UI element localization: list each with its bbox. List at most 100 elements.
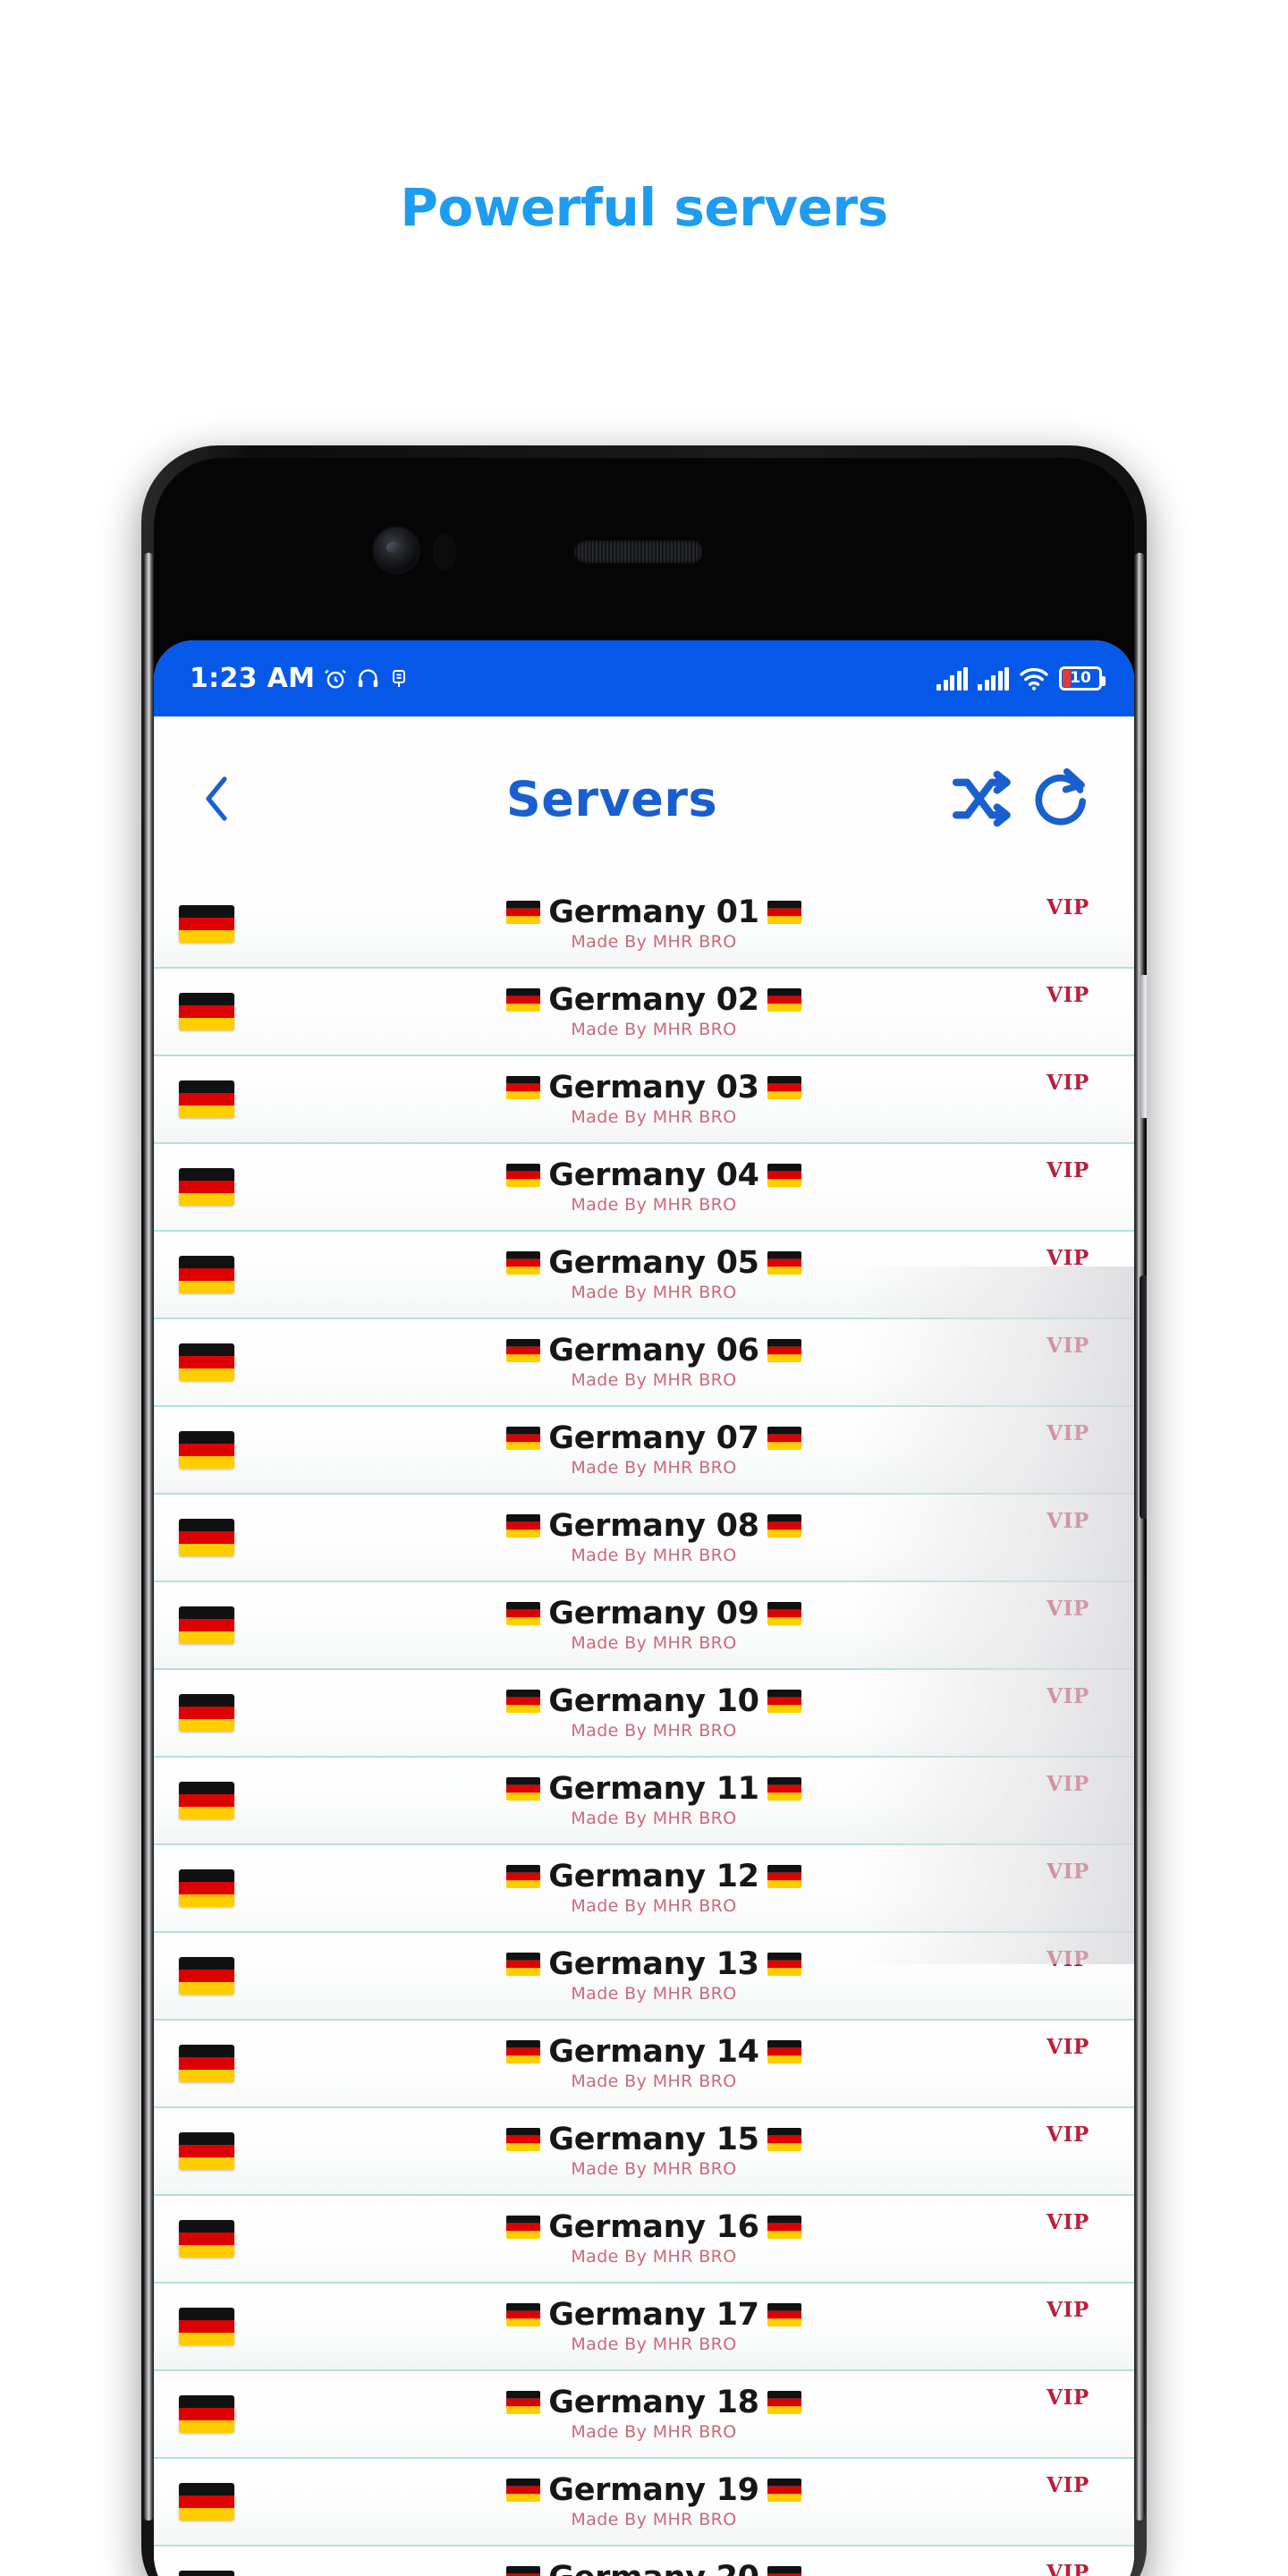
server-name-label: Germany 15	[548, 2121, 759, 2157]
server-name-label: Germany 16	[548, 2208, 759, 2245]
vip-badge: VIP	[1046, 2473, 1089, 2497]
vip-badge: VIP	[1046, 2035, 1089, 2059]
germany-flag-icon	[767, 1865, 801, 1888]
status-bar-left: 1:23 AM	[190, 665, 410, 692]
server-subtitle: Made By MHR BRO	[571, 2159, 737, 2180]
server-row[interactable]: Germany 07 Made By MHR BRO VIP	[154, 1407, 1134, 1495]
server-row[interactable]: Germany 01 Made By MHR BRO VIP	[154, 881, 1134, 969]
server-row[interactable]: Germany 08 Made By MHR BRO VIP	[154, 1495, 1134, 1582]
page-headline: Powerful servers	[400, 177, 888, 238]
phone-left-rail	[143, 553, 154, 2521]
vip-badge: VIP	[1046, 1509, 1089, 1533]
server-row[interactable]: Germany 17 Made By MHR BRO VIP	[154, 2284, 1134, 2371]
germany-flag-icon	[767, 901, 801, 924]
server-row[interactable]: Germany 02 Made By MHR BRO VIP	[154, 969, 1134, 1056]
server-row[interactable]: Germany 10 Made By MHR BRO VIP	[154, 1670, 1134, 1758]
germany-flag-icon	[767, 2216, 801, 2239]
server-list[interactable]: Germany 01 Made By MHR BRO VIP Germany 02 Ma…	[154, 881, 1134, 2576]
server-name-label: Germany 08	[548, 1507, 759, 1544]
vip-badge: VIP	[1046, 1597, 1089, 1621]
server-row[interactable]: Germany 13 Made By MHR BRO VIP	[154, 1933, 1134, 2021]
server-subtitle: Made By MHR BRO	[571, 2510, 737, 2530]
server-row[interactable]: Germany 06 Made By MHR BRO VIP	[154, 1319, 1134, 1407]
status-bar-right: 10	[936, 666, 1106, 691]
server-name-label: Germany 04	[548, 1157, 759, 1193]
refresh-button[interactable]	[1021, 759, 1100, 838]
server-row[interactable]: Germany 14 Made By MHR BRO VIP	[154, 2021, 1134, 2108]
power-button[interactable]	[1140, 1275, 1147, 1519]
germany-flag-icon	[179, 993, 234, 1030]
server-row-text: Germany 19 Made By MHR BRO	[234, 2473, 1027, 2530]
server-row[interactable]: Germany 15 Made By MHR BRO VIP	[154, 2108, 1134, 2196]
vip-badge: VIP	[1046, 983, 1089, 1007]
shuffle-button[interactable]	[943, 759, 1021, 838]
germany-flag-icon	[506, 1953, 540, 1976]
server-row[interactable]: Germany 16 Made By MHR BRO VIP	[154, 2196, 1134, 2284]
phone-screen: 1:23 AM 10 Servers Germany 01 Made By MH…	[154, 458, 1134, 2576]
server-row[interactable]: Germany 04 Made By MHR BRO VIP	[154, 1144, 1134, 1232]
server-name-label: Germany 12	[548, 1858, 759, 1894]
germany-flag-icon	[506, 1777, 540, 1801]
volume-button[interactable]	[1140, 975, 1147, 1118]
server-name-label: Germany 03	[548, 1069, 759, 1106]
server-row-text: Germany 14 Made By MHR BRO	[234, 2035, 1027, 2092]
vip-badge: VIP	[1046, 1334, 1089, 1358]
server-name: Germany 18	[281, 2385, 1027, 2420]
vip-badge: VIP	[1046, 895, 1089, 919]
germany-flag-icon	[767, 2303, 801, 2326]
server-row[interactable]: Germany 05 Made By MHR BRO VIP	[154, 1232, 1134, 1319]
status-bar: 1:23 AM 10	[154, 640, 1134, 716]
server-name: Germany 13	[281, 1947, 1027, 1982]
server-row[interactable]: Germany 09 Made By MHR BRO VIP	[154, 1582, 1134, 1670]
server-row-text: Germany 11 Made By MHR BRO	[234, 1770, 1027, 1828]
server-row[interactable]: Germany 19 Made By MHR BRO VIP	[154, 2459, 1134, 2546]
germany-flag-icon	[179, 1431, 234, 1469]
server-row[interactable]: Germany 11 Made By MHR BRO VIP	[154, 1758, 1134, 1845]
page-title: Servers	[505, 770, 718, 827]
server-row-text: Germany 05 Made By MHR BRO	[234, 1246, 1027, 1302]
server-subtitle: Made By MHR BRO	[571, 1721, 737, 1741]
germany-flag-icon	[179, 1606, 234, 1644]
server-row[interactable]: Germany 18 Made By MHR BRO VIP	[154, 2371, 1134, 2459]
server-subtitle: Made By MHR BRO	[571, 2072, 737, 2092]
server-name: Germany 16	[281, 2208, 1027, 2245]
germany-flag-icon	[767, 2040, 801, 2063]
germany-flag-icon	[179, 1343, 234, 1381]
germany-flag-icon	[767, 1339, 801, 1362]
vip-badge: VIP	[1046, 2210, 1089, 2234]
headphones-icon	[356, 666, 380, 691]
germany-flag-icon	[179, 2571, 234, 2576]
server-row-text: Germany 16 Made By MHR BRO	[234, 2208, 1027, 2267]
server-row[interactable]: Germany 12 Made By MHR BRO VIP	[154, 1845, 1134, 1933]
app-header: Servers	[154, 716, 1134, 881]
germany-flag-icon	[506, 1251, 540, 1275]
germany-flag-icon	[179, 1782, 234, 1819]
shuffle-icon	[952, 770, 1011, 827]
germany-flag-icon	[179, 2395, 234, 2433]
server-name: Germany 15	[281, 2123, 1027, 2157]
server-name-label: Germany 11	[548, 1770, 759, 1807]
germany-flag-icon	[506, 1602, 540, 1625]
server-name: Germany 04	[281, 1157, 1027, 1193]
germany-flag-icon	[506, 2216, 540, 2239]
germany-flag-icon	[767, 2128, 801, 2151]
server-row-text: Germany 03 Made By MHR BRO	[234, 1069, 1027, 1127]
server-subtitle: Made By MHR BRO	[571, 2334, 737, 2355]
server-row-text: Germany 06 Made By MHR BRO	[234, 1334, 1027, 1390]
server-row-text: Germany 10 Made By MHR BRO	[234, 1684, 1027, 1741]
germany-flag-icon	[179, 2308, 234, 2345]
server-name: Germany 06	[281, 1334, 1027, 1368]
server-name: Germany 09	[281, 1597, 1027, 1631]
germany-flag-icon	[179, 2220, 234, 2258]
app-viewport: 1:23 AM 10 Servers Germany 01 Made By MH…	[154, 640, 1134, 2576]
server-row[interactable]: Germany 20Made By MHR BRO VIP	[154, 2546, 1134, 2576]
germany-flag-icon	[506, 2128, 540, 2151]
vip-badge: VIP	[1046, 1947, 1089, 1971]
germany-flag-icon	[506, 1690, 540, 1713]
server-row-text: Germany 09 Made By MHR BRO	[234, 1597, 1027, 1653]
vip-badge: VIP	[1046, 2123, 1089, 2147]
server-row[interactable]: Germany 03 Made By MHR BRO VIP	[154, 1056, 1134, 1144]
server-name-label: Germany 02	[548, 981, 759, 1018]
germany-flag-icon	[506, 1339, 540, 1362]
back-button[interactable]	[184, 766, 250, 832]
